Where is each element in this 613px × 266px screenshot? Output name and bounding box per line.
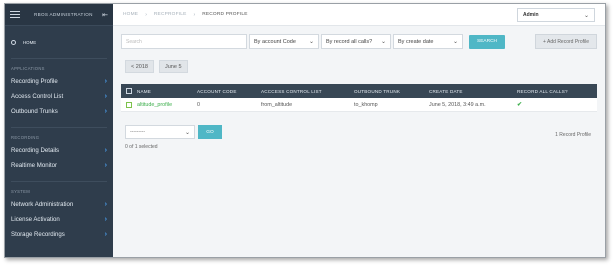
sidebar-item-storage-recordings[interactable]: Storage Recordings › [5,227,113,242]
record-all-filter[interactable]: By record all calls? ⌄ [321,34,391,49]
sidebar-item-outbound-trunks[interactable]: Outbound Trunks › [5,104,113,119]
sidebar-item-recording-profile[interactable]: Recording Profile › [5,74,113,89]
chevron-right-icon: › [104,216,107,223]
section-system: SYSTEM [11,189,31,194]
results-table: NAME ACCOUNT CODE ACCCESS CONTROL LIST O… [121,84,597,112]
chevron-right-icon: › [104,108,107,115]
user-menu-select[interactable]: Admin ⌄ [517,8,595,22]
search-button[interactable]: SEARCH [469,34,505,49]
chevron-down-icon: ⌄ [583,12,589,19]
bulk-action-select[interactable]: --------- ⌄ [125,125,195,139]
sidebar-item-label: Outbound Trunks [11,108,58,115]
table-header: NAME ACCOUNT CODE ACCCESS CONTROL LIST O… [121,84,597,98]
section-recording: RECORDING [11,135,40,140]
home-icon [11,39,16,45]
chevron-right-icon: › [104,147,107,154]
sidebar-header: RBOS ADMINISTRATION ⇤ [5,4,113,26]
acl-cell: from_altitude [261,101,293,108]
chevron-down-icon: ⌄ [184,129,190,136]
chevron-down-icon: ⌄ [380,39,386,45]
sidebar-item-realtime-monitor[interactable]: Realtime Monitor › [5,158,113,173]
chevron-right-icon: › [104,93,107,100]
app-window: RBOS ADMINISTRATION ⇤ HOME APPLICATIONS … [4,3,606,258]
table-row: altitude_profile 0 from_altitude to_khom… [121,98,597,112]
record-all-filter-label: By record all calls? [326,38,373,45]
sidebar-item-label: HOME [23,39,37,45]
sidebar-item-home[interactable]: HOME [5,34,113,50]
sidebar-item-recording-details[interactable]: Recording Details › [5,143,113,158]
day-chip[interactable]: June 5 [158,60,188,73]
account-code-cell: 0 [197,101,200,108]
column-header[interactable]: RECORD ALL CALLS? [517,89,597,94]
create-date-filter-label: By create date [398,38,434,45]
check-icon: ✔ [517,102,523,108]
selected-count: 0 of 1 selected [125,144,158,150]
user-name: Admin [523,12,539,18]
create-date-filter[interactable]: By create date ⌄ [393,34,463,49]
chevron-right-icon: › [104,201,107,208]
select-all-checkbox[interactable] [126,88,132,94]
sidebar-item-network-administration[interactable]: Network Administration › [5,197,113,212]
sidebar-item-label: Access Control List [11,93,64,100]
chevron-down-icon: ⌄ [308,39,314,45]
bulk-action-value: --------- [130,129,145,135]
breadcrumb-current: RECORD PROFILE [202,12,248,17]
record-count: 1 Record Profile [555,132,591,138]
section-applications: APPLICATIONS [11,66,45,71]
column-header[interactable]: CREATE DATE [429,89,517,94]
sidebar-item-access-control-list[interactable]: Access Control List › [5,89,113,104]
sidebar-item-label: Recording Details [11,147,60,154]
row-checkbox[interactable] [126,101,132,108]
sidebar-item-label: License Activation [11,216,60,223]
add-record-profile-button[interactable]: + Add Record Profile [535,34,597,49]
column-header[interactable]: NAME [137,89,197,94]
date-hierarchy: < 2018 June 5 [125,60,188,73]
create-date-cell: June 5, 2018, 3:49 a.m. [429,101,486,108]
menu-icon[interactable] [10,11,20,18]
year-chip[interactable]: < 2018 [125,60,154,73]
chevron-down-icon: ⌄ [452,39,458,45]
breadcrumb: HOME › RECPROFILE › RECORD PROFILE Admin… [113,4,605,26]
filter-bar: Search By account Code ⌄ By record all c… [121,34,597,49]
collapse-sidebar-icon[interactable]: ⇤ [102,11,108,19]
sidebar: RBOS ADMINISTRATION ⇤ HOME APPLICATIONS … [5,4,113,257]
go-button[interactable]: GO [198,125,222,139]
column-header[interactable]: ACCCESS CONTROL LIST [261,89,354,94]
account-code-filter-label: By account Code [254,38,296,45]
chevron-right-icon: › [104,162,107,169]
account-code-filter[interactable]: By account Code ⌄ [249,34,319,49]
breadcrumb-separator: › [193,11,196,18]
bulk-actions: --------- ⌄ GO [125,125,222,139]
sidebar-item-label: Realtime Monitor [11,162,58,169]
sidebar-item-label: Network Administration [11,201,74,208]
search-input[interactable]: Search [121,34,247,49]
breadcrumb-separator: › [145,11,147,18]
sidebar-item-license-activation[interactable]: License Activation › [5,212,113,227]
trunk-cell: to_khomp [354,101,378,108]
main-content: HOME › RECPROFILE › RECORD PROFILE Admin… [113,4,605,257]
chevron-right-icon: › [104,78,107,85]
breadcrumb-home[interactable]: HOME [123,12,138,17]
sidebar-title: RBOS ADMINISTRATION [34,12,93,17]
breadcrumb-recprofile[interactable]: RECPROFILE [154,12,187,17]
profile-name-link[interactable]: altitude_profile [137,102,172,108]
column-header[interactable]: ACCOUNT CODE [197,89,261,94]
chevron-right-icon: › [104,231,107,238]
sidebar-item-label: Recording Profile [11,78,58,85]
sidebar-item-label: Storage Recordings [11,231,65,238]
column-header[interactable]: OUTBOUND TRUNK [354,89,429,94]
